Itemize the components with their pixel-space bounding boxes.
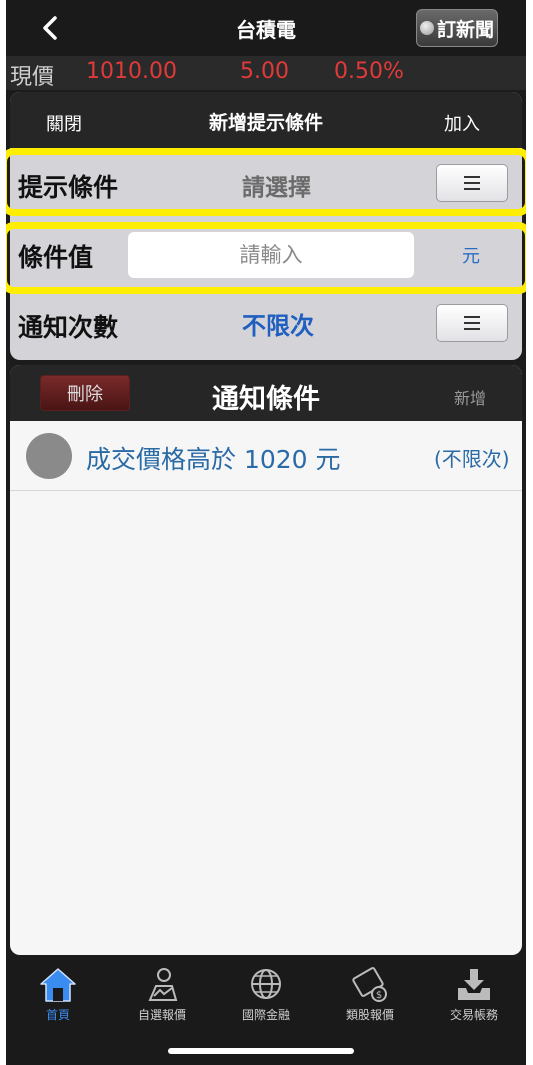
person-chart-icon bbox=[148, 968, 178, 1001]
subscribe-news-label: 訂新聞 bbox=[436, 18, 494, 41]
tab-label: 國際金融 bbox=[241, 1008, 290, 1022]
app-screen: 台積電 訂新聞 現價 1010.00 5.00 0.50% 關閉 新增提示條件 … bbox=[6, 0, 526, 1065]
tab-label: 類股報價 bbox=[345, 1008, 394, 1022]
condition-count: (不限次) bbox=[434, 447, 510, 471]
new-button[interactable]: 新增 bbox=[454, 385, 486, 409]
quote-bar: 現價 1010.00 5.00 0.50% bbox=[6, 56, 526, 90]
add-condition-panel: 關閉 新增提示條件 加入 提示條件 請選擇 條件值 元 通知次數 不限次 bbox=[10, 92, 522, 360]
condition-panel-header: 關閉 新增提示條件 加入 bbox=[10, 92, 522, 148]
condition-type-value[interactable]: 請選擇 bbox=[242, 168, 311, 202]
quote-change: 5.00 bbox=[240, 59, 289, 84]
condition-text: 成交價格高於 1020 元 bbox=[86, 445, 341, 474]
notify-count-menu-button[interactable] bbox=[436, 304, 508, 342]
condition-type-menu-button[interactable] bbox=[436, 164, 508, 202]
notify-count-row: 通知次數 不限次 bbox=[10, 290, 522, 360]
select-circle-icon[interactable] bbox=[26, 433, 72, 479]
menu-icon bbox=[464, 176, 480, 190]
quote-price: 1010.00 bbox=[86, 59, 177, 84]
globe-icon bbox=[251, 969, 281, 999]
svg-text:$: $ bbox=[376, 990, 382, 1001]
tab-home[interactable]: 首頁 bbox=[6, 966, 110, 1030]
tab-watchlist[interactable]: 自選報價 bbox=[110, 966, 214, 1030]
tab-label: 首頁 bbox=[45, 1008, 70, 1022]
notify-panel-header: 刪除 通知條件 新增 bbox=[10, 365, 522, 421]
tab-label: 自選報價 bbox=[137, 1008, 186, 1022]
check-circle-icon bbox=[419, 21, 434, 35]
condition-type-label: 提示條件 bbox=[18, 173, 119, 202]
top-nav-bar: 台積電 訂新聞 bbox=[6, 0, 526, 56]
home-icon bbox=[40, 968, 76, 1002]
add-button[interactable]: 加入 bbox=[444, 110, 480, 136]
home-indicator bbox=[168, 1048, 354, 1054]
notify-count-label: 通知次數 bbox=[18, 313, 119, 342]
film-coin-icon: $ bbox=[352, 967, 387, 1002]
tab-label: 交易帳務 bbox=[449, 1008, 498, 1022]
condition-value-label: 條件值 bbox=[18, 243, 94, 272]
notify-count-value[interactable]: 不限次 bbox=[242, 306, 314, 341]
quote-percent: 0.50% bbox=[334, 59, 404, 84]
unit-label: 元 bbox=[462, 246, 480, 267]
notify-panel-title: 通知條件 bbox=[212, 384, 320, 415]
tab-trading[interactable]: 交易帳務 bbox=[422, 966, 526, 1030]
list-item[interactable]: 成交價格高於 1020 元 (不限次) bbox=[10, 421, 522, 491]
condition-value-input[interactable] bbox=[128, 232, 414, 278]
notify-conditions-panel: 刪除 通知條件 新增 成交價格高於 1020 元 (不限次) bbox=[10, 365, 522, 955]
menu-icon bbox=[464, 316, 480, 330]
tab-sector[interactable]: $ 類股報價 bbox=[318, 966, 422, 1030]
quote-label: 現價 bbox=[10, 65, 55, 90]
condition-type-row: 提示條件 請選擇 bbox=[10, 150, 522, 220]
subscribe-news-button[interactable]: 訂新聞 bbox=[416, 9, 498, 47]
download-tray-icon bbox=[458, 969, 490, 1000]
tab-international[interactable]: 國際金融 bbox=[214, 966, 318, 1030]
condition-value-row: 條件值 元 bbox=[10, 220, 522, 290]
